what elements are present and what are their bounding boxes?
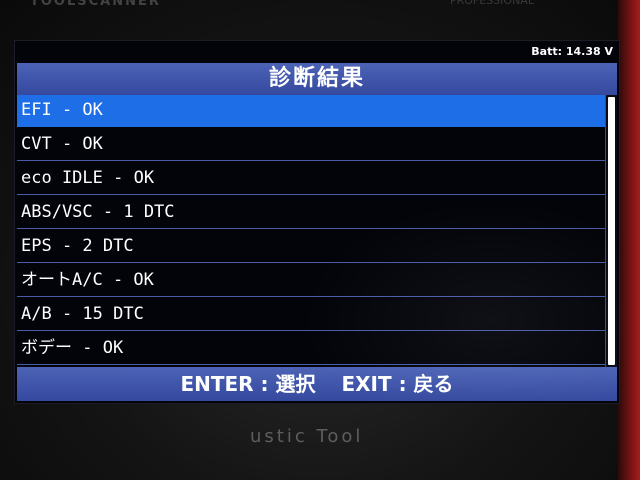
list-item-efi[interactable]: EFI - OK bbox=[17, 95, 605, 127]
list-item-body[interactable]: ボデー - OK bbox=[17, 333, 605, 365]
list-item-airbag[interactable]: A/B - 15 DTC bbox=[17, 299, 605, 331]
lcd-screen: Batt: 14.38 V 診断結果 EFI - OK CVT - OK eco… bbox=[14, 40, 620, 404]
list-item-eps[interactable]: EPS - 2 DTC bbox=[17, 231, 605, 263]
key-hint-bar: ENTER : 選択 EXIT : 戻る bbox=[17, 367, 617, 401]
page-title: 診断結果 bbox=[17, 63, 617, 95]
list-item-eco-idle[interactable]: eco IDLE - OK bbox=[17, 163, 605, 195]
list-scrollbar[interactable] bbox=[605, 95, 617, 367]
device-bottom-label: ustic Tool bbox=[250, 426, 364, 447]
scan-tool-device: TOOLSCANNER PROFESSIONAL Batt: 14.38 V 診… bbox=[0, 0, 640, 480]
scrollbar-thumb[interactable] bbox=[608, 97, 615, 365]
list-item-cvt[interactable]: CVT - OK bbox=[17, 129, 605, 161]
diagnosis-result-list: EFI - OK CVT - OK eco IDLE - OK ABS/VSC … bbox=[17, 95, 605, 367]
device-brand-logo: TOOLSCANNER bbox=[30, 0, 161, 9]
device-casing-edge bbox=[618, 0, 640, 480]
list-item-auto-ac[interactable]: オートA/C - OK bbox=[17, 265, 605, 297]
battery-voltage: Batt: 14.38 V bbox=[531, 45, 613, 58]
device-model-label: PROFESSIONAL bbox=[450, 0, 534, 7]
list-item-abs-vsc[interactable]: ABS/VSC - 1 DTC bbox=[17, 197, 605, 229]
enter-key-hint[interactable]: ENTER : 選択 bbox=[180, 367, 315, 401]
exit-key-hint[interactable]: EXIT : 戻る bbox=[341, 367, 453, 401]
